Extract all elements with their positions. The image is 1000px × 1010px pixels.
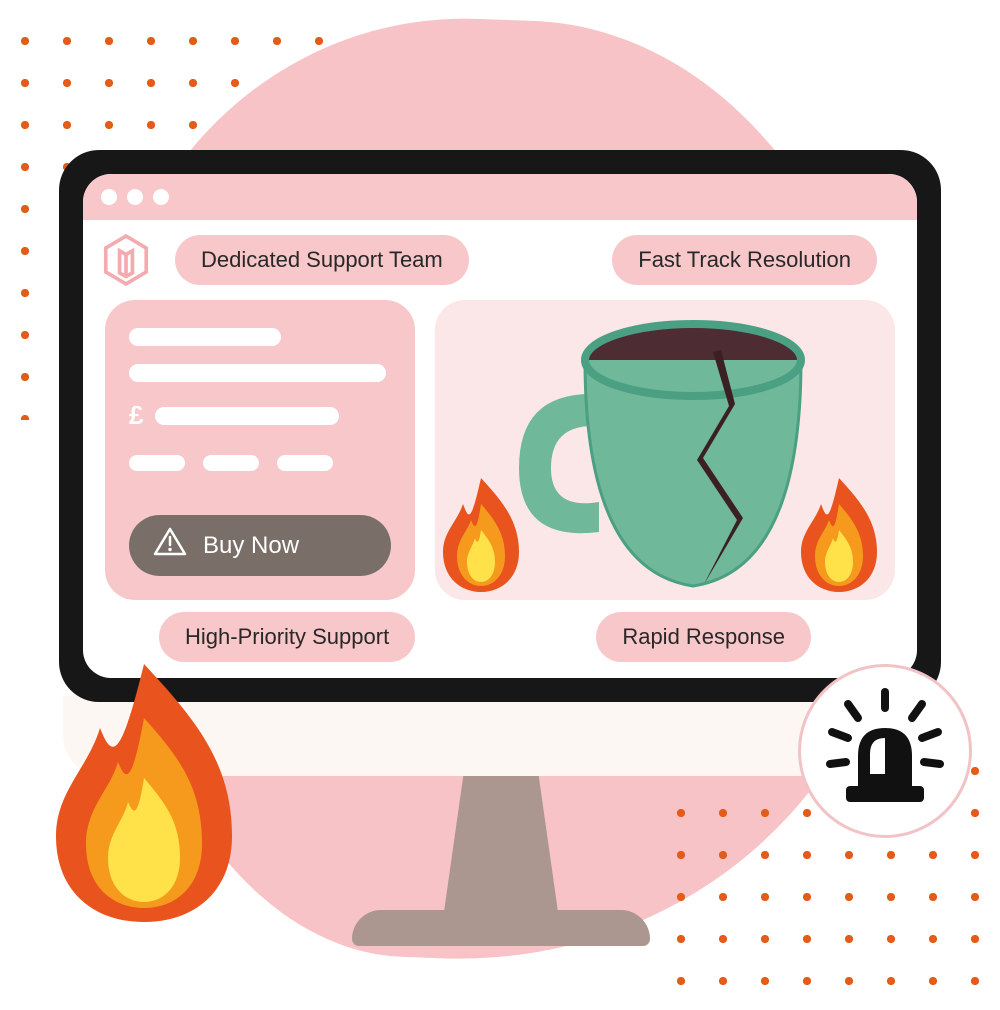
emergency-alarm-icon xyxy=(822,686,948,817)
buy-now-label: Buy Now xyxy=(203,532,299,560)
fire-icon xyxy=(44,658,244,928)
pill-high-priority: High-Priority Support xyxy=(159,612,415,662)
window-control-dot xyxy=(127,189,143,205)
magento-logo-icon xyxy=(103,234,149,286)
pill-fast-track: Fast Track Resolution xyxy=(612,235,877,285)
option-row xyxy=(129,455,391,471)
fire-icon xyxy=(437,474,525,594)
currency-symbol: £ xyxy=(129,400,143,431)
placeholder-line xyxy=(155,407,338,425)
pill-rapid-response: Rapid Response xyxy=(596,612,811,662)
browser-titlebar xyxy=(83,174,917,220)
price-row: £ xyxy=(129,400,391,431)
window-control-dot xyxy=(101,189,117,205)
illustration-canvas: Dedicated Support Team Fast Track Resolu… xyxy=(0,0,1000,1000)
placeholder-line xyxy=(129,328,281,346)
fire-icon xyxy=(795,474,883,594)
monitor-frame: Dedicated Support Team Fast Track Resolu… xyxy=(59,150,941,702)
pill-dedicated-support: Dedicated Support Team xyxy=(175,235,469,285)
placeholder-chip xyxy=(129,455,185,471)
product-image-panel xyxy=(435,300,895,600)
placeholder-line xyxy=(129,364,386,382)
alarm-badge xyxy=(798,664,972,838)
product-form-panel: £ xyxy=(105,300,415,600)
placeholder-chip xyxy=(203,455,259,471)
buy-now-button[interactable]: Buy Now xyxy=(129,515,391,576)
warning-triangle-icon xyxy=(153,527,187,564)
broken-mug-icon xyxy=(511,310,827,600)
monitor-stand-base xyxy=(352,910,650,946)
header-row: Dedicated Support Team Fast Track Resolu… xyxy=(83,220,917,296)
window-control-dot xyxy=(153,189,169,205)
browser-window: Dedicated Support Team Fast Track Resolu… xyxy=(83,174,917,678)
placeholder-chip xyxy=(277,455,333,471)
content-row: £ xyxy=(83,296,917,606)
